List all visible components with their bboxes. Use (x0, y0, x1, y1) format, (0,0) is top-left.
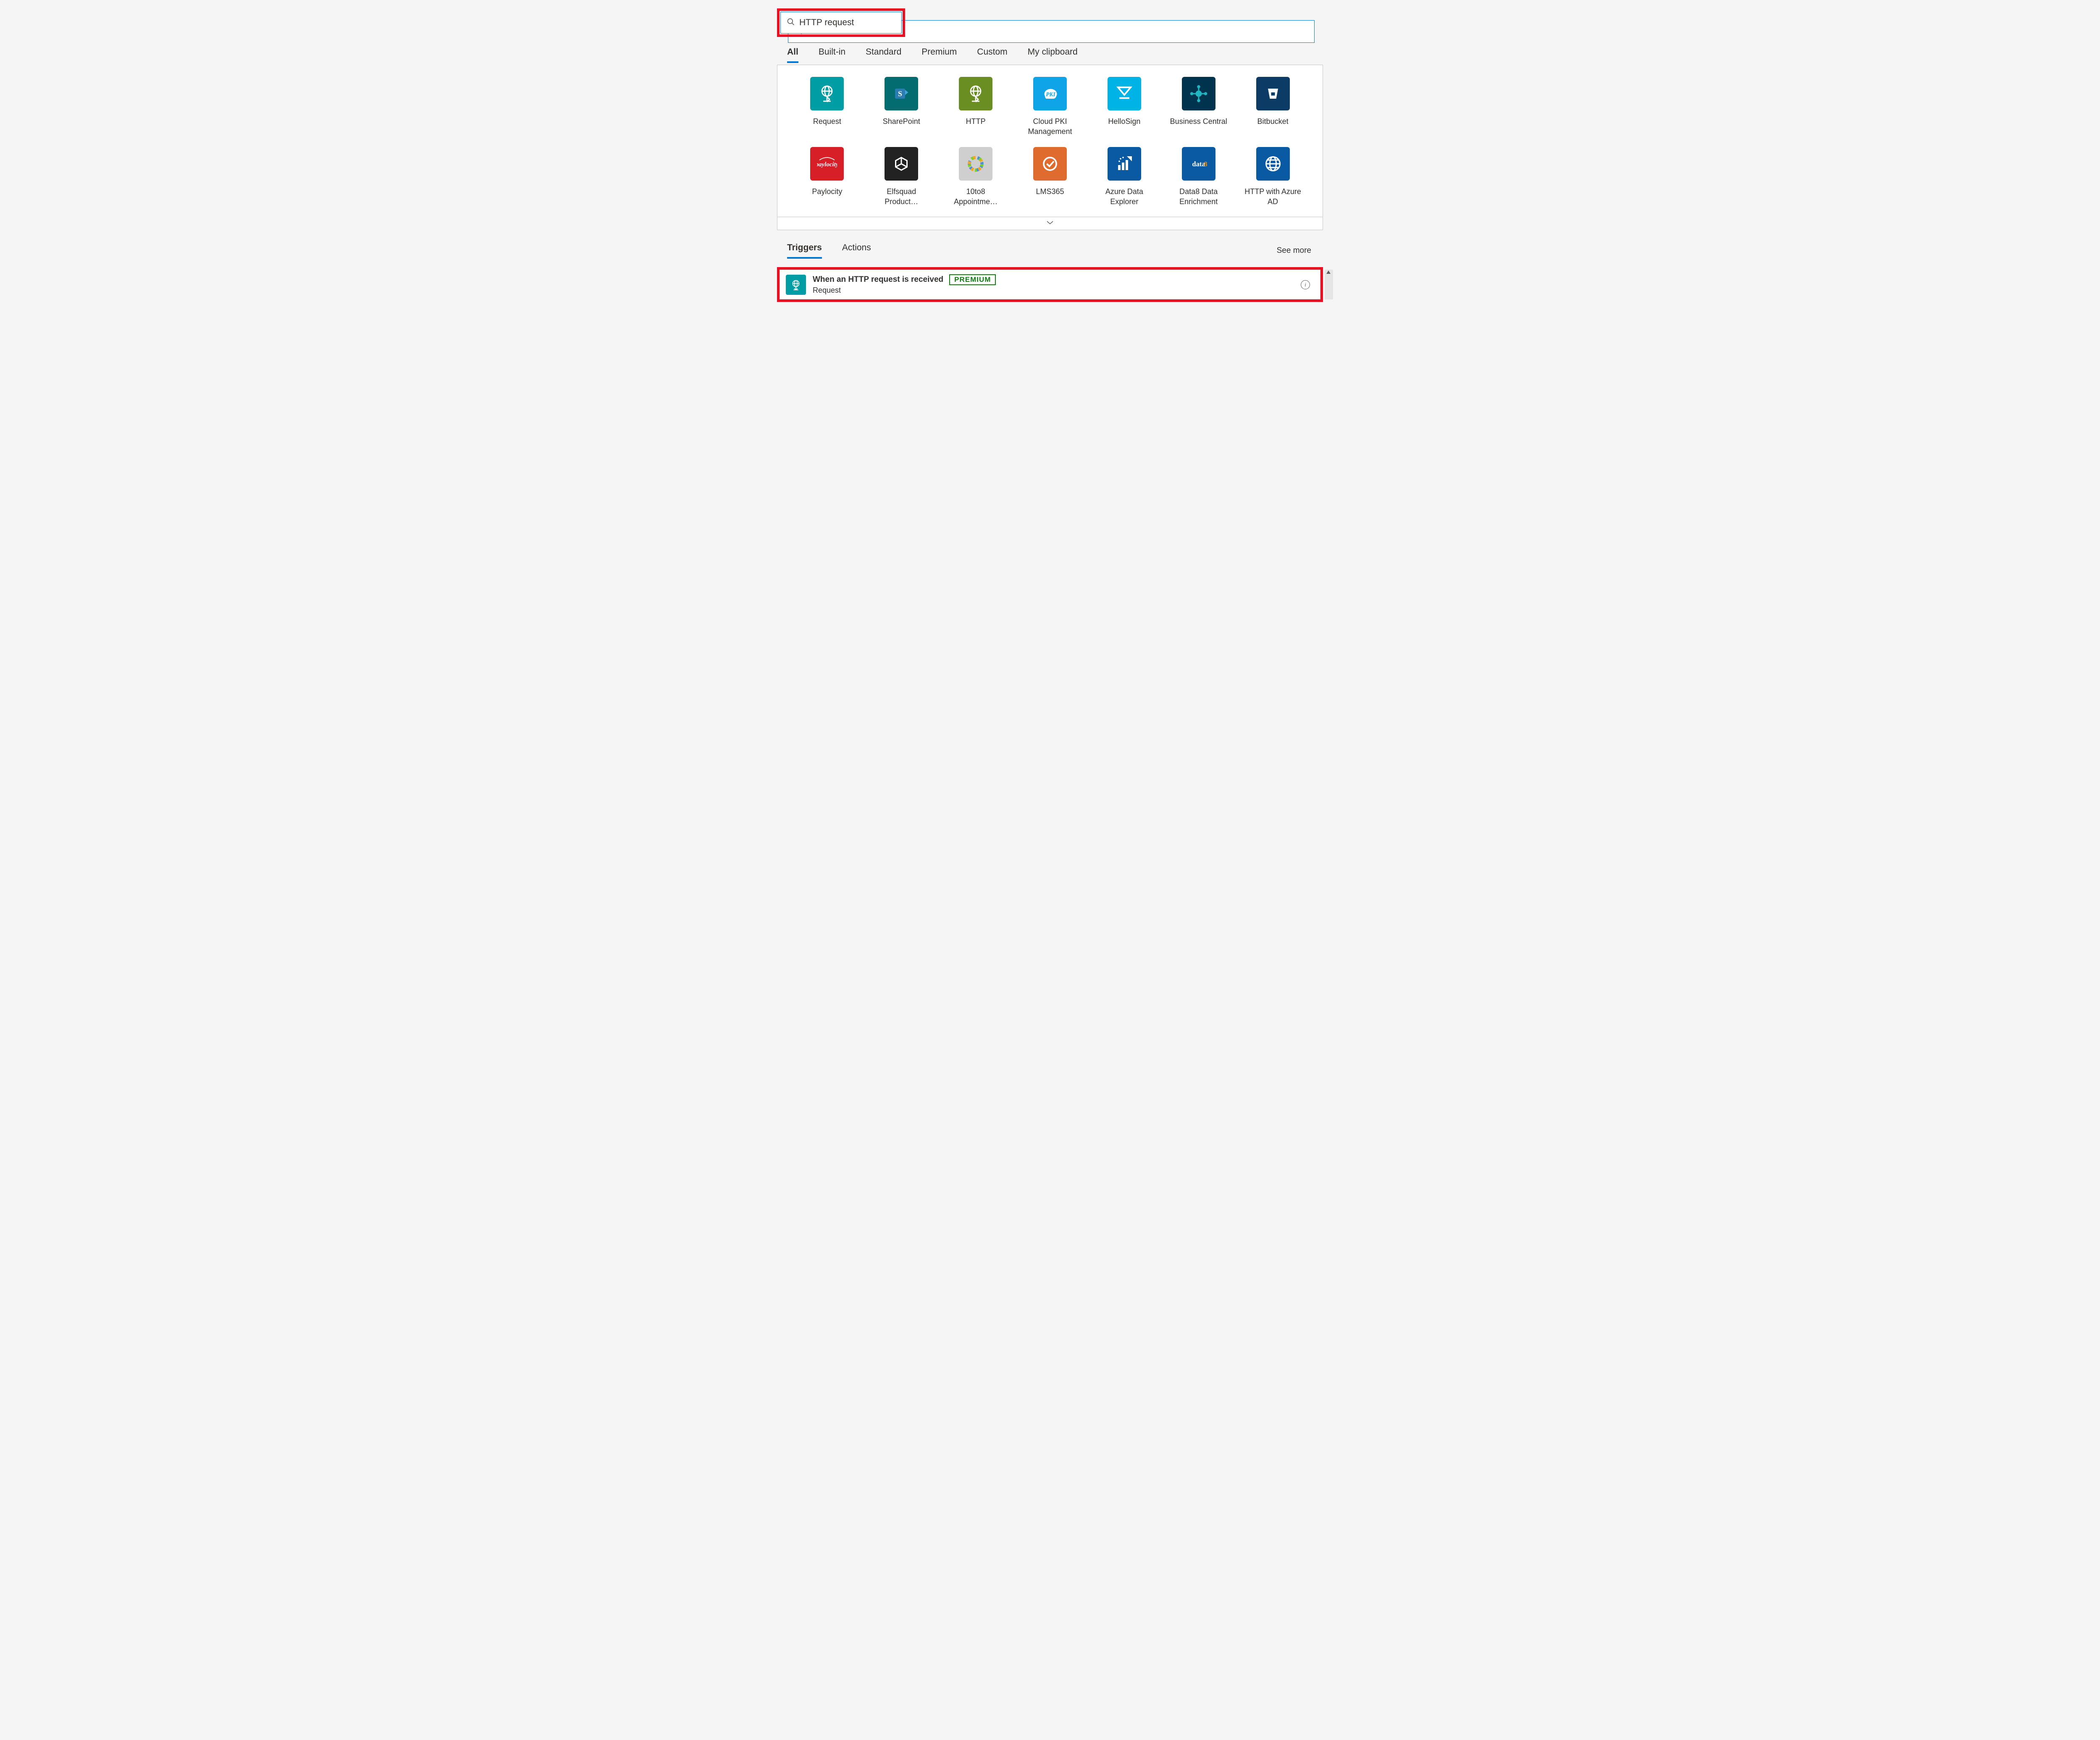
bucket-icon (1256, 77, 1290, 110)
connector-item[interactable]: Business Central (1166, 77, 1231, 137)
connector-label: SharePoint (883, 116, 920, 126)
connector-item[interactable]: data8 Data8 Data Enrichment (1166, 147, 1231, 207)
trigger-text: When an HTTP request is received PREMIUM… (813, 274, 1294, 295)
connector-item[interactable]: paylocity Paylocity (794, 147, 860, 207)
pki-icon: PKI (1033, 77, 1067, 110)
ade-icon (1108, 147, 1141, 181)
tab-actions[interactable]: Actions (842, 243, 871, 259)
connector-label: LMS365 (1036, 186, 1064, 197)
connector-label: Business Central (1170, 116, 1227, 126)
scroll-up-icon[interactable] (1326, 270, 1331, 274)
tab-built-in[interactable]: Built-in (819, 47, 845, 63)
connector-item[interactable]: 10to8 Appointme… (943, 147, 1009, 207)
scrollbar[interactable] (1325, 270, 1333, 299)
connector-label: Paylocity (812, 186, 842, 197)
svg-text:8: 8 (1204, 160, 1207, 168)
connector-label: Bitbucket (1257, 116, 1289, 126)
paylocity-icon: paylocity (810, 147, 844, 181)
trigger-title: When an HTTP request is received (813, 275, 943, 284)
see-more-link[interactable]: See more (1277, 246, 1313, 255)
elfsquad-icon (885, 147, 918, 181)
connector-item[interactable]: LMS365 (1017, 147, 1083, 207)
globe-icon (1256, 147, 1290, 181)
tab-my-clipboard[interactable]: My clipboard (1028, 47, 1078, 63)
connectors-panel: Request S SharePoint HTTP PKI Cloud PKI Manag… (777, 65, 1323, 230)
info-icon[interactable]: i (1301, 280, 1310, 289)
trigger-highlight-box: When an HTTP request is received PREMIUM… (777, 267, 1323, 302)
connector-item[interactable]: Azure Data Explorer (1091, 147, 1157, 207)
connector-item[interactable]: HelloSign (1091, 77, 1157, 137)
category-tabs: All Built-in Standard Premium Custom My … (777, 45, 1323, 63)
chevron-down-icon (1046, 220, 1054, 227)
tab-premium[interactable]: Premium (921, 47, 957, 63)
premium-badge: PREMIUM (949, 274, 996, 285)
search-icon (787, 18, 795, 28)
connector-label: Elfsquad Product… (872, 186, 931, 207)
section-tabs: Triggers Actions See more (777, 230, 1323, 259)
globe-arrow-icon (959, 77, 992, 110)
svg-text:S: S (898, 89, 902, 98)
svg-text:data: data (1192, 160, 1205, 168)
globe-arrow-icon (810, 77, 844, 110)
tab-triggers[interactable]: Triggers (787, 243, 822, 259)
connector-label: Cloud PKI Management (1021, 116, 1079, 137)
svg-text:PKI: PKI (1046, 91, 1055, 97)
connector-item[interactable]: Request (794, 77, 860, 137)
data8-icon: data8 (1182, 147, 1215, 181)
connector-item[interactable]: S SharePoint (869, 77, 934, 137)
expand-connectors[interactable] (777, 217, 1323, 230)
tab-all[interactable]: All (787, 47, 798, 63)
svg-text:paylocity: paylocity (817, 161, 837, 168)
connector-label: HTTP with Azure AD (1244, 186, 1302, 207)
connector-item[interactable]: PKI Cloud PKI Management (1017, 77, 1083, 137)
search-box[interactable] (780, 12, 902, 34)
search-input[interactable] (799, 18, 913, 28)
ring-icon (959, 147, 992, 181)
sharepoint-icon: S (885, 77, 918, 110)
search-highlight-box (777, 8, 905, 37)
connector-item[interactable]: Elfsquad Product… (869, 147, 934, 207)
connector-item[interactable]: HTTP (943, 77, 1009, 137)
hellosign-icon (1108, 77, 1141, 110)
connector-item[interactable]: HTTP with Azure AD (1240, 147, 1306, 207)
tab-standard[interactable]: Standard (866, 47, 901, 63)
checkcircle-icon (1033, 147, 1067, 181)
connector-label: 10to8 Appointme… (946, 186, 1005, 207)
trigger-row[interactable]: When an HTTP request is received PREMIUM… (780, 270, 1320, 299)
connector-label: Request (813, 116, 841, 126)
request-connector-icon (786, 275, 806, 295)
connector-item[interactable]: Bitbucket (1240, 77, 1306, 137)
connector-label: HelloSign (1108, 116, 1140, 126)
connector-label: Data8 Data Enrichment (1169, 186, 1228, 207)
connector-label: Azure Data Explorer (1095, 186, 1154, 207)
connector-label: HTTP (966, 116, 986, 126)
tab-custom[interactable]: Custom (977, 47, 1007, 63)
bizcentral-icon (1182, 77, 1215, 110)
trigger-subtitle: Request (813, 286, 1294, 295)
